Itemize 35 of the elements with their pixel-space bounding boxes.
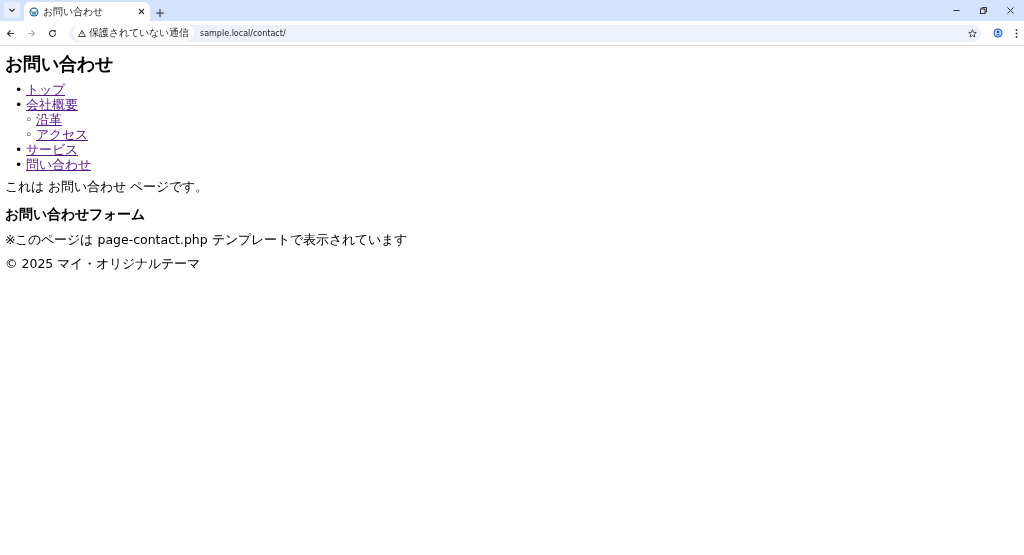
intro-text: これは お問い合わせ ページです。: [5, 179, 209, 196]
restore-icon[interactable]: [980, 7, 987, 14]
close-icon[interactable]: [138, 8, 145, 15]
minimize-icon[interactable]: [953, 7, 960, 14]
reload-icon[interactable]: [48, 28, 57, 38]
nav-link[interactable]: 問い合わせ: [26, 157, 91, 172]
menu-icon[interactable]: [1015, 28, 1018, 38]
bullet: •: [15, 82, 24, 97]
new-tab-icon[interactable]: [156, 9, 164, 17]
bullet: ◦: [25, 127, 34, 142]
section-title: お問い合わせフォーム: [5, 206, 146, 224]
bullet: •: [15, 97, 24, 112]
bullet: •: [15, 142, 24, 157]
nav-link[interactable]: トップ: [26, 82, 65, 97]
profile-icon[interactable]: [993, 28, 1003, 38]
nav-link[interactable]: 会社概要: [26, 97, 78, 112]
warning-icon: [78, 29, 86, 37]
nav-link[interactable]: アクセス: [36, 127, 88, 142]
chevron-down-icon: [8, 6, 16, 14]
nav-link[interactable]: サービス: [26, 142, 78, 157]
url-text: sample.local/contact/: [200, 28, 287, 38]
star-icon[interactable]: [968, 28, 977, 38]
note-text: ※このページは page-contact.php テンプレートで表示されています: [5, 232, 408, 249]
tab-search-button[interactable]: [4, 2, 20, 18]
close-icon[interactable]: [1007, 7, 1014, 14]
security-chip[interactable]: 保護されていない通信: [73, 25, 194, 41]
address-bar[interactable]: 保護されていない通信 sample.local/contact/: [69, 24, 981, 42]
page-title: お問い合わせ: [5, 52, 114, 76]
footer-text: © 2025 マイ・オリジナルテーマ: [5, 256, 202, 273]
back-icon[interactable]: [6, 28, 15, 38]
site-icon: [29, 6, 39, 17]
bullet: •: [15, 157, 24, 172]
browser-tab[interactable]: お問い合わせ: [24, 2, 150, 21]
bullet: ◦: [25, 112, 34, 127]
nav-link[interactable]: 沿革: [36, 112, 62, 127]
